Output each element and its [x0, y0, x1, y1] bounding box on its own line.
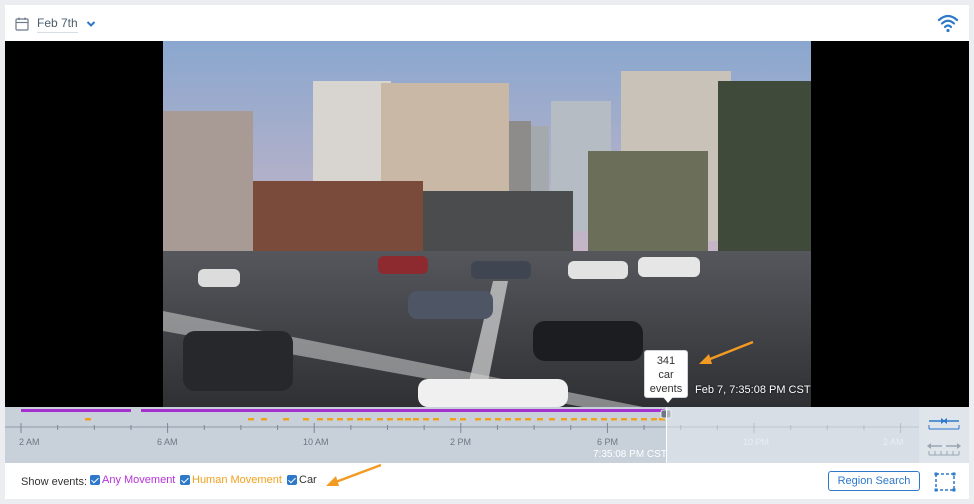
- human-movement-mark: [495, 418, 501, 421]
- checkbox-check-icon[interactable]: [90, 475, 100, 485]
- zoom-out-button[interactable]: [923, 436, 965, 460]
- calendar-icon: [15, 17, 29, 31]
- any-movement-checkbox[interactable]: Any Movement: [90, 474, 175, 486]
- human-movement-mark: [561, 418, 567, 421]
- human-movement-mark: [485, 418, 491, 421]
- human-movement-mark: [283, 418, 289, 421]
- timeline-tick-label: 6 AM: [157, 437, 178, 447]
- tooltip-word: events: [649, 383, 683, 395]
- human-movement-mark: [475, 418, 481, 421]
- human-movement-mark: [460, 418, 466, 421]
- chevron-down-icon: [86, 21, 95, 27]
- car-label: Car: [299, 474, 317, 486]
- date-label: Feb 7th: [37, 16, 78, 33]
- human-movement-mark: [377, 418, 383, 421]
- camera-viewer: Feb 7th 341 car events Feb 7, 7:35:08 PM…: [5, 5, 969, 499]
- human-movement-mark: [85, 418, 91, 421]
- zoom-out-icon: [927, 443, 961, 456]
- timeline-tick-label: 6 PM: [597, 437, 618, 447]
- bottom-bar: Show events: Any Movement Human Movement…: [5, 463, 969, 499]
- human-movement-checkbox[interactable]: Human Movement: [180, 474, 282, 486]
- zoom-in-button[interactable]: [923, 410, 965, 434]
- zoom-controls: [919, 407, 969, 463]
- human-movement-mark: [525, 418, 531, 421]
- human-movement-mark: [571, 418, 577, 421]
- timeline-future-region: [667, 407, 919, 463]
- annotation-arrow: [699, 340, 754, 364]
- video-timestamp: Feb 7, 7:35:08 PM CST: [695, 384, 811, 396]
- video-player[interactable]: 341 car events Feb 7, 7:35:08 PM CST: [5, 41, 969, 407]
- human-movement-mark: [347, 418, 353, 421]
- tooltip-kind: car: [658, 369, 674, 381]
- timeline-tick-label: 2 AM: [19, 437, 40, 447]
- human-movement-mark: [515, 418, 521, 421]
- top-bar: Feb 7th: [5, 5, 969, 41]
- human-movement-mark: [357, 418, 363, 421]
- human-movement-mark: [611, 418, 617, 421]
- any-movement-segment: [141, 409, 665, 412]
- zoom-in-icon: [928, 418, 960, 430]
- human-movement-mark: [621, 418, 627, 421]
- human-movement-mark: [405, 418, 411, 421]
- human-movement-mark: [450, 418, 456, 421]
- human-movement-mark: [631, 418, 637, 421]
- human-movement-mark: [537, 418, 543, 421]
- event-count-tooltip: 341 car events: [644, 350, 688, 403]
- human-movement-mark: [365, 418, 371, 421]
- human-movement-mark: [397, 418, 403, 421]
- human-movement-label: Human Movement: [192, 474, 282, 486]
- any-movement-label: Any Movement: [102, 474, 176, 486]
- wifi-icon[interactable]: [937, 13, 959, 33]
- human-movement-mark: [641, 418, 647, 421]
- car-checkbox[interactable]: Car: [287, 474, 317, 486]
- human-movement-mark: [303, 418, 309, 421]
- human-movement-mark: [505, 418, 511, 421]
- human-movement-mark: [317, 418, 323, 421]
- human-movement-mark: [581, 418, 587, 421]
- tooltip-count: 341: [656, 355, 676, 367]
- timeline-tick-label: 10 AM: [303, 437, 329, 447]
- human-movement-mark: [337, 418, 343, 421]
- human-movement-mark: [327, 418, 333, 421]
- human-movement-mark: [261, 418, 267, 421]
- timeline-cursor-label: 7:35:08 PM CST: [593, 449, 667, 460]
- annotation-arrow: [326, 463, 382, 486]
- region-select-icon[interactable]: [934, 472, 956, 492]
- timeline-tick-label: 2 PM: [450, 437, 471, 447]
- any-movement-segment: [21, 409, 131, 412]
- region-search-button[interactable]: Region Search: [828, 471, 920, 491]
- human-movement-mark: [549, 418, 555, 421]
- human-movement-mark: [601, 418, 607, 421]
- date-picker[interactable]: Feb 7th: [15, 14, 96, 34]
- human-movement-mark: [423, 418, 429, 421]
- human-movement-mark: [248, 418, 254, 421]
- human-movement-mark: [591, 418, 597, 421]
- event-timeline[interactable]: 2 AM6 AM10 AM2 PM6 PM10 PM2 AM 7:35:08 P…: [5, 407, 919, 463]
- show-events-label: Show events:: [21, 476, 88, 488]
- human-movement-mark: [413, 418, 419, 421]
- human-movement-mark: [387, 418, 393, 421]
- checkbox-check-icon[interactable]: [287, 475, 297, 485]
- human-movement-mark: [433, 418, 439, 421]
- human-movement-mark: [651, 418, 657, 421]
- checkbox-check-icon[interactable]: [180, 475, 190, 485]
